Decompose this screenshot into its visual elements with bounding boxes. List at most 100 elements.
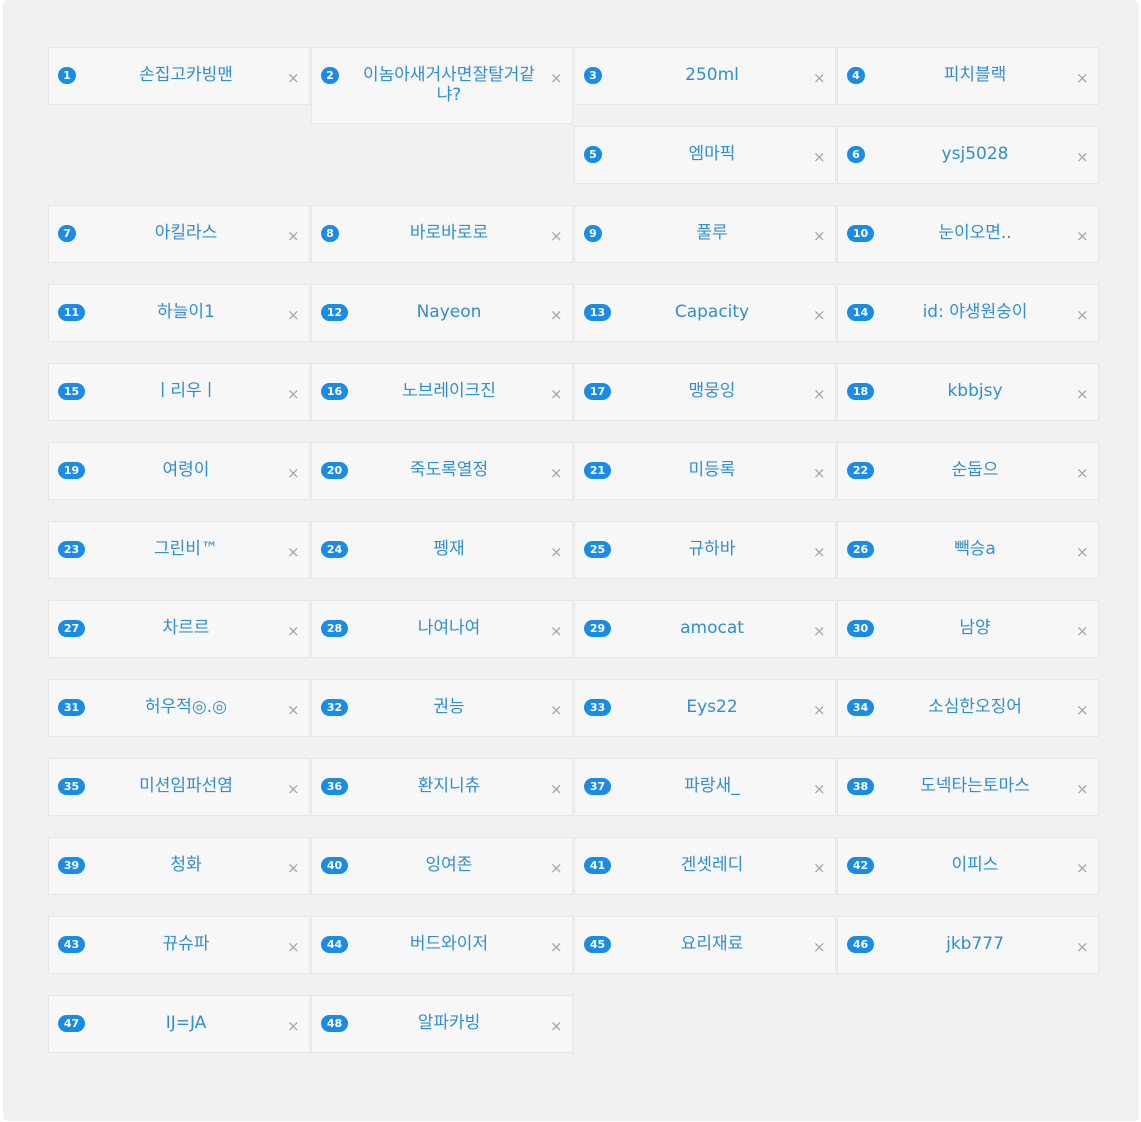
member-chip[interactable]: 17 맹뭉잉 × <box>574 363 836 421</box>
close-icon[interactable]: × <box>813 782 826 797</box>
member-chip[interactable]: 36 환지니츄 × <box>311 758 573 816</box>
close-icon[interactable]: × <box>1076 229 1089 244</box>
close-icon[interactable]: × <box>1076 466 1089 481</box>
member-chip[interactable]: 14 id: 야생원숭이 × <box>837 284 1099 342</box>
member-chip[interactable]: 34 소심한오징어 × <box>837 679 1099 737</box>
close-icon[interactable]: × <box>287 71 300 86</box>
member-chip[interactable]: 29 amocat × <box>574 600 836 658</box>
close-icon[interactable]: × <box>287 624 300 639</box>
close-icon[interactable]: × <box>287 229 300 244</box>
member-chip[interactable]: 1 손집고카빙맨 × <box>48 47 310 105</box>
member-chip[interactable]: 27 차르르 × <box>48 600 310 658</box>
member-chip[interactable]: 33 Eys22 × <box>574 679 836 737</box>
member-chip[interactable]: 44 버드와이저 × <box>311 916 573 974</box>
member-chip[interactable]: 25 규하바 × <box>574 521 836 579</box>
member-chip[interactable]: 16 노브레이크진 × <box>311 363 573 421</box>
close-icon[interactable]: × <box>1076 624 1089 639</box>
close-icon[interactable]: × <box>287 1019 300 1034</box>
close-icon[interactable]: × <box>287 466 300 481</box>
member-chip[interactable]: 13 Capacity × <box>574 284 836 342</box>
member-chip[interactable]: 4 피치블랙 × <box>837 47 1099 105</box>
close-icon[interactable]: × <box>287 861 300 876</box>
close-icon[interactable]: × <box>813 308 826 323</box>
member-chip[interactable]: 2 이놈아새거사면잘탈거같냐? × <box>311 47 573 124</box>
close-icon[interactable]: × <box>550 308 563 323</box>
member-chip[interactable]: 39 청화 × <box>48 837 310 895</box>
close-icon[interactable]: × <box>287 308 300 323</box>
close-icon[interactable]: × <box>550 782 563 797</box>
close-icon[interactable]: × <box>813 150 826 165</box>
member-chip[interactable]: 8 바로바로로 × <box>311 205 573 263</box>
close-icon[interactable]: × <box>813 545 826 560</box>
close-icon[interactable]: × <box>813 861 826 876</box>
member-chip[interactable]: 12 Nayeon × <box>311 284 573 342</box>
close-icon[interactable]: × <box>1076 940 1089 955</box>
member-chip[interactable]: 23 그린비™ × <box>48 521 310 579</box>
close-icon[interactable]: × <box>813 466 826 481</box>
member-chip[interactable]: 30 남양 × <box>837 600 1099 658</box>
member-chip[interactable]: 11 하늘이1 × <box>48 284 310 342</box>
member-chip[interactable]: 20 죽도록열정 × <box>311 442 573 500</box>
close-icon[interactable]: × <box>1076 387 1089 402</box>
close-icon[interactable]: × <box>1076 150 1089 165</box>
close-icon[interactable]: × <box>1076 782 1089 797</box>
close-icon[interactable]: × <box>550 387 563 402</box>
close-icon[interactable]: × <box>550 703 563 718</box>
member-chip[interactable]: 7 아킬라스 × <box>48 205 310 263</box>
member-chip[interactable]: 37 파랑새_ × <box>574 758 836 816</box>
close-icon[interactable]: × <box>550 71 563 86</box>
close-icon[interactable]: × <box>287 940 300 955</box>
close-icon[interactable]: × <box>813 229 826 244</box>
member-chip[interactable]: 41 겐셋레디 × <box>574 837 836 895</box>
member-chip[interactable]: 40 잉여존 × <box>311 837 573 895</box>
member-chip[interactable]: 48 알파카빙 × <box>311 995 573 1053</box>
close-icon[interactable]: × <box>550 624 563 639</box>
close-icon[interactable]: × <box>287 703 300 718</box>
close-icon[interactable]: × <box>550 940 563 955</box>
member-chip[interactable]: 21 미등록 × <box>574 442 836 500</box>
member-chip[interactable]: 31 허우적◎.◎ × <box>48 679 310 737</box>
member-chip[interactable]: 6 ysj5028 × <box>837 126 1099 184</box>
member-number-badge: 8 <box>321 225 339 242</box>
close-icon[interactable]: × <box>1076 703 1089 718</box>
member-chip[interactable]: 42 이피스 × <box>837 837 1099 895</box>
close-icon[interactable]: × <box>550 545 563 560</box>
member-chip[interactable]: 43 뀨슈파 × <box>48 916 310 974</box>
close-icon[interactable]: × <box>813 940 826 955</box>
member-chip[interactable]: 9 풀루 × <box>574 205 836 263</box>
member-chip[interactable]: 35 미션임파선염 × <box>48 758 310 816</box>
close-icon[interactable]: × <box>1076 861 1089 876</box>
close-icon[interactable]: × <box>550 1019 563 1034</box>
close-icon[interactable]: × <box>287 545 300 560</box>
close-icon[interactable]: × <box>550 861 563 876</box>
member-chip[interactable]: 45 요리재료 × <box>574 916 836 974</box>
close-icon[interactable]: × <box>550 466 563 481</box>
member-chip[interactable]: 22 순둡으 × <box>837 442 1099 500</box>
member-chip[interactable]: 15 ㅣ리우ㅣ × <box>48 363 310 421</box>
member-chip[interactable]: 10 눈이오면.. × <box>837 205 1099 263</box>
member-chip[interactable]: 47 IJ=JA × <box>48 995 310 1053</box>
close-icon[interactable]: × <box>1076 71 1089 86</box>
close-icon[interactable]: × <box>813 624 826 639</box>
close-icon[interactable]: × <box>813 387 826 402</box>
member-chip[interactable]: 32 권능 × <box>311 679 573 737</box>
member-chip[interactable]: 26 빽승a × <box>837 521 1099 579</box>
close-icon[interactable]: × <box>1076 308 1089 323</box>
member-chip[interactable]: 3 250ml × <box>574 47 836 105</box>
member-chip[interactable]: 19 여령이 × <box>48 442 310 500</box>
member-chip[interactable]: 5 엠마픽 × <box>574 126 836 184</box>
member-number-badge: 15 <box>58 383 85 400</box>
member-chip[interactable]: 18 kbbjsy × <box>837 363 1099 421</box>
member-chip[interactable]: 38 도넥타는토마스 × <box>837 758 1099 816</box>
member-chip[interactable]: 46 jkb777 × <box>837 916 1099 974</box>
close-icon[interactable]: × <box>1076 545 1089 560</box>
member-chip[interactable]: 24 펭재 × <box>311 521 573 579</box>
member-name: Eys22 <box>686 697 738 717</box>
member-chip[interactable]: 28 나여나여 × <box>311 600 573 658</box>
member-number-badge: 16 <box>321 383 348 400</box>
close-icon[interactable]: × <box>287 387 300 402</box>
close-icon[interactable]: × <box>813 71 826 86</box>
close-icon[interactable]: × <box>550 229 563 244</box>
close-icon[interactable]: × <box>813 703 826 718</box>
close-icon[interactable]: × <box>287 782 300 797</box>
